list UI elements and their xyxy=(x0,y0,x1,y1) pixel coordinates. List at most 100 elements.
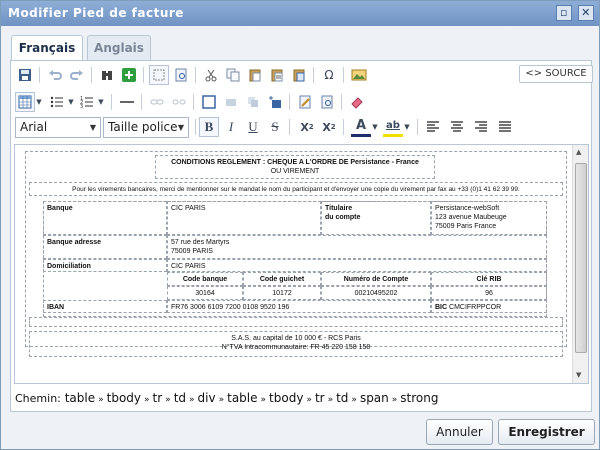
domiciliation-label: Domiciliation xyxy=(43,259,167,272)
block-icon[interactable] xyxy=(221,92,241,112)
unlink-icon[interactable] xyxy=(169,92,189,112)
numbered-dropdown-icon[interactable]: ▼ xyxy=(97,92,105,112)
path-separator: » xyxy=(189,395,195,405)
strike-button[interactable]: S xyxy=(265,117,285,137)
align-left-icon[interactable] xyxy=(423,117,443,137)
val-cle-rib: 96 xyxy=(431,286,547,300)
path-items: table» tbody» tr» td» div» table» tbody» tr» td»… xyxy=(65,391,439,405)
bic-cell: BIC CMCIFRPPCOR xyxy=(431,300,547,313)
titulaire-label-2: du compte xyxy=(325,214,361,221)
banque-adresse-2: 75009 PARIS xyxy=(171,248,213,255)
path-item-strong[interactable]: strong xyxy=(400,391,438,405)
bic-label: BIC xyxy=(435,304,448,311)
align-justify-icon[interactable] xyxy=(495,117,515,137)
select-all-icon[interactable] xyxy=(149,65,169,85)
path-item-table[interactable]: table xyxy=(65,391,95,405)
cut-icon[interactable] xyxy=(201,65,221,85)
size-select-value: Taille police xyxy=(108,120,178,134)
intro-cell: Pour les virements bancaires, merci de m… xyxy=(29,182,563,196)
bg-color-dropdown-icon[interactable]: ▼ xyxy=(403,117,411,137)
table-icon[interactable] xyxy=(15,92,35,112)
path-item-table[interactable]: table xyxy=(227,391,257,405)
horizontal-rule-icon[interactable] xyxy=(117,92,137,112)
template-icon[interactable] xyxy=(317,92,337,112)
close-button[interactable]: ✕ xyxy=(578,5,594,21)
subscript-button[interactable]: X2 xyxy=(297,117,317,137)
preview-icon[interactable] xyxy=(171,65,191,85)
copy-icon[interactable] xyxy=(223,65,243,85)
edit-icon[interactable] xyxy=(295,92,315,112)
underline-button[interactable]: U xyxy=(243,117,263,137)
bullet-dropdown-icon[interactable]: ▼ xyxy=(67,92,75,112)
eraser-icon[interactable] xyxy=(347,92,367,112)
path-item-td[interactable]: td xyxy=(336,391,348,405)
add-icon[interactable] xyxy=(119,65,139,85)
align-right-icon[interactable] xyxy=(471,117,491,137)
val-code-banque: 30164 xyxy=(167,286,243,300)
insert-anchor-icon[interactable] xyxy=(265,92,285,112)
dialog-window: Modifier Pied de facture ▫ ✕ Français An… xyxy=(0,0,600,450)
tab-francais[interactable]: Français xyxy=(11,35,83,62)
superscript-button[interactable]: X2 xyxy=(319,117,339,137)
font-color-dropdown-icon[interactable]: ▼ xyxy=(371,117,379,137)
content-editor[interactable]: CONDITIONS REGLEMENT : CHEQUE A L'ORDRE … xyxy=(14,144,589,384)
layer-icon[interactable] xyxy=(243,92,263,112)
banque-adresse-1: 57 rue des Martyrs xyxy=(171,239,230,246)
company-footer-cell: S.A.S. au capital de 10 000 € - RCS Pari… xyxy=(29,331,563,357)
element-path: Chemin: table» tbody» tr» td» div» table» tbod… xyxy=(15,391,438,405)
numbered-list-icon[interactable]: 123 xyxy=(77,92,97,112)
align-center-icon[interactable] xyxy=(447,117,467,137)
tab-anglais[interactable]: Anglais xyxy=(87,35,151,61)
font-select[interactable]: Arial ▼ xyxy=(15,117,101,138)
bullet-list-icon[interactable] xyxy=(47,92,67,112)
undo-icon[interactable] xyxy=(45,65,65,85)
chevron-down-icon: ▼ xyxy=(177,123,184,132)
paste-word-icon[interactable] xyxy=(289,65,309,85)
special-char-icon[interactable]: Ω xyxy=(319,65,339,85)
find-icon[interactable] xyxy=(97,65,117,85)
heading-strong: CONDITIONS REGLEMENT : CHEQUE A L'ORDRE … xyxy=(171,159,419,166)
val-code-guichet: 10172 xyxy=(243,286,321,300)
path-item-tr[interactable]: tr xyxy=(315,391,325,405)
path-item-td[interactable]: td xyxy=(174,391,186,405)
path-item-tbody[interactable]: tbody xyxy=(107,391,141,405)
path-item-tbody[interactable]: tbody xyxy=(269,391,303,405)
path-separator: » xyxy=(306,395,312,405)
banque-adresse-label: Banque adresse xyxy=(43,235,167,259)
bg-color-button[interactable]: ab xyxy=(383,117,403,137)
title-bar[interactable]: Modifier Pied de facture ▫ ✕ xyxy=(1,1,599,26)
path-item-tr[interactable]: tr xyxy=(153,391,163,405)
toolbar-row-2: ▼ ▼ 123 ▼ xyxy=(15,92,589,114)
source-button[interactable]: <> SOURCE xyxy=(519,65,593,83)
size-select[interactable]: Taille police ▼ xyxy=(103,117,189,138)
iban-value: FR76 3006 6109 7200 0108 9520 196 xyxy=(167,300,431,313)
paste-icon[interactable] xyxy=(245,65,265,85)
vertical-scrollbar[interactable]: ▲ ▼ xyxy=(572,145,588,383)
scroll-down-icon[interactable]: ▼ xyxy=(576,371,581,379)
save-button[interactable]: Enregistrer xyxy=(498,419,595,445)
banque-label: Banque xyxy=(43,201,167,235)
redo-icon[interactable] xyxy=(67,65,87,85)
footer-line-2: N°TVA Intracommunautaire: FR 45 220 158 … xyxy=(221,344,371,351)
path-item-div[interactable]: div xyxy=(198,391,216,405)
italic-button[interactable]: I xyxy=(221,117,241,137)
titulaire-value-2: 123 avenue Maubeuge xyxy=(435,214,507,221)
bold-button[interactable]: B xyxy=(199,117,219,137)
table-dropdown-icon[interactable]: ▼ xyxy=(35,92,43,112)
maximize-button[interactable]: ▫ xyxy=(556,5,572,21)
svg-text:3: 3 xyxy=(80,104,83,109)
cancel-button[interactable]: Annuler xyxy=(426,419,493,445)
scroll-up-icon[interactable]: ▲ xyxy=(576,148,581,156)
scroll-thumb[interactable] xyxy=(575,163,587,353)
path-label: Chemin: xyxy=(15,392,61,405)
link-icon[interactable] xyxy=(147,92,167,112)
path-separator: » xyxy=(165,395,171,405)
path-item-span[interactable]: span xyxy=(360,391,389,405)
paste-text-icon[interactable] xyxy=(267,65,287,85)
div-container-icon[interactable] xyxy=(199,92,219,112)
font-color-button[interactable]: A xyxy=(351,117,371,137)
path-separator: » xyxy=(218,395,225,405)
titulaire-value-3: 75009 Paris France xyxy=(435,223,497,230)
save-icon[interactable] xyxy=(15,65,35,85)
image-icon[interactable] xyxy=(349,65,369,85)
